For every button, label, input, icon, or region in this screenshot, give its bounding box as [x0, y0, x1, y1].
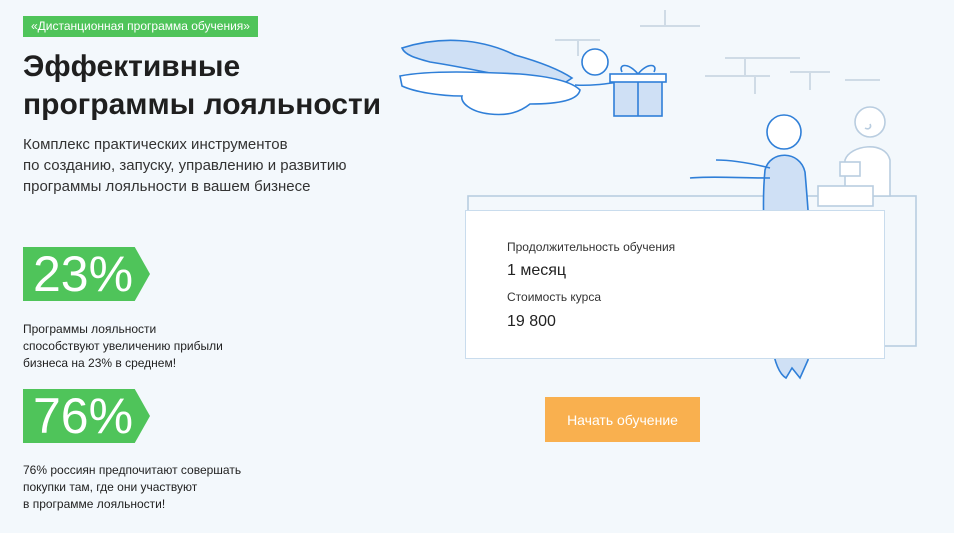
price-label: Стоимость курса — [507, 290, 602, 304]
start-learning-button[interactable]: Начать обучение — [545, 397, 700, 442]
subtitle-line-1: Комплекс практических инструментов — [23, 136, 288, 153]
stat-value: 23% — [33, 246, 134, 302]
stat-text-line: способствуют увеличению прибыли — [23, 339, 223, 353]
gift-icon — [609, 64, 667, 117]
stat-description-preference: 76% россиян предпочитают совершать покуп… — [23, 462, 263, 513]
stat-text-line: бизнеса на 23% в среднем! — [23, 356, 177, 370]
subtitle-line-2: по созданию, запуску, управлению и разви… — [23, 157, 347, 174]
stat-text-line: Программы лояльности — [23, 322, 157, 336]
subtitle-line-3: программы лояльности в вашем бизнесе — [23, 178, 311, 195]
title-line-1: Эффективные — [23, 50, 241, 83]
stat-value: 76% — [33, 388, 134, 444]
page-subtitle: Комплекс практических инструментов по со… — [23, 134, 403, 197]
stat-text-line: покупки там, где они участвуют — [23, 480, 198, 494]
stat-text-line: 76% россиян предпочитают совершать — [23, 463, 242, 477]
title-line-2: программы лояльности — [23, 88, 382, 121]
stat-badge-preference: 76% — [23, 389, 150, 443]
price-value: 19 800 — [507, 313, 556, 330]
course-info-card: Продолжительность обучения 1 месяц Стоим… — [465, 210, 885, 359]
page-title: Эффективные программы лояльности — [23, 48, 381, 124]
stat-text-line: в программе лояльности! — [23, 497, 166, 511]
stat-description-profit: Программы лояльности способствуют увелич… — [23, 321, 263, 372]
program-type-badge: «Дистанционная программа обучения» — [23, 16, 258, 37]
flying-person — [399, 39, 621, 116]
duration-value: 1 месяц — [507, 262, 567, 279]
duration-label: Продолжительность обучения — [507, 240, 676, 254]
stat-badge-profit: 23% — [23, 247, 150, 301]
cashier-person — [817, 106, 891, 207]
